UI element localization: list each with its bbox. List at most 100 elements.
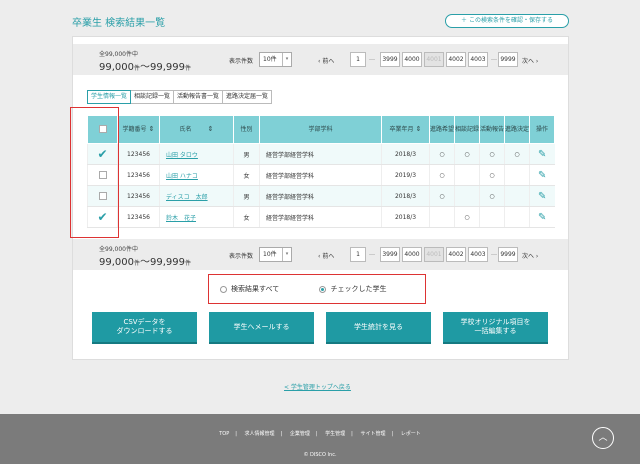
csv-download-button[interactable]: CSVデータを ダウンロードする bbox=[92, 312, 197, 344]
mark: ○ bbox=[479, 185, 505, 207]
col-gender: 性別 bbox=[233, 115, 260, 144]
divider: | bbox=[280, 431, 283, 437]
graduation: 2018/3 bbox=[381, 185, 430, 207]
edit-pencil-icon[interactable]: ✎ bbox=[538, 170, 546, 181]
bulk-edit-button[interactable]: 学校オリジナル項目を 一括編集する bbox=[443, 312, 548, 344]
total-count: 全99,000件中 bbox=[99, 51, 138, 58]
mark bbox=[454, 164, 480, 186]
page-3999[interactable]: 3999 bbox=[380, 247, 400, 262]
page-4003[interactable]: 4003 bbox=[468, 247, 488, 262]
radio-all-results[interactable]: 検索結果すべて bbox=[220, 285, 279, 293]
footer-link-students[interactable]: 学生管理 bbox=[325, 431, 345, 437]
student-name-link[interactable]: 鈴木 花子 bbox=[166, 215, 196, 222]
footer-link-top[interactable]: TOP bbox=[219, 431, 229, 437]
send-mail-button[interactable]: 学生へメールする bbox=[209, 312, 314, 344]
graduation: 2018/3 bbox=[381, 143, 430, 165]
sort-icon[interactable]: ⇕ bbox=[208, 125, 214, 133]
student-stats-button[interactable]: 学生統計を見る bbox=[326, 312, 431, 344]
col-consultation: 相談記録 bbox=[454, 115, 480, 144]
chevron-down-icon: ▾ bbox=[282, 248, 291, 261]
page-4002[interactable]: 4002 bbox=[446, 52, 466, 67]
edit-pencil-icon[interactable]: ✎ bbox=[538, 149, 546, 160]
page-4003[interactable]: 4003 bbox=[468, 52, 488, 67]
page-4000[interactable]: 4000 bbox=[402, 247, 422, 262]
scope-radio-group: 検索結果すべて チェックした学生 bbox=[220, 284, 386, 294]
mark: ○ bbox=[454, 143, 480, 165]
col-department: 学部学科 bbox=[259, 115, 382, 144]
graduation: 2019/3 bbox=[381, 164, 430, 186]
gender: 女 bbox=[233, 206, 260, 228]
ellipsis: … bbox=[491, 250, 497, 257]
back-to-top-chevron-up-icon[interactable]: ︿ bbox=[592, 427, 614, 449]
page-1[interactable]: 1 bbox=[350, 52, 366, 67]
mark: ○ bbox=[479, 164, 505, 186]
page-4001-current: 4001 bbox=[424, 52, 444, 67]
page-9999[interactable]: 9999 bbox=[498, 247, 518, 262]
mark bbox=[504, 164, 530, 186]
result-range: 99,000件～99,999件 bbox=[99, 62, 192, 73]
mark bbox=[504, 185, 530, 207]
edit-pencil-icon[interactable]: ✎ bbox=[538, 212, 546, 223]
footer-link-jobs[interactable]: 求人情報管理 bbox=[245, 431, 275, 437]
divider: | bbox=[315, 431, 318, 437]
result-range: 99,000件～99,999件 bbox=[99, 257, 192, 268]
radio-checked-students[interactable]: チェックした学生 bbox=[319, 285, 386, 293]
student-id: 123456 bbox=[117, 206, 160, 228]
col-graduation[interactable]: 卒業年月 ⇕ bbox=[381, 115, 430, 144]
next-page-link[interactable]: 次へ › bbox=[522, 56, 538, 65]
page-3999[interactable]: 3999 bbox=[380, 52, 400, 67]
student-name-link[interactable]: ディスコ 太郎 bbox=[166, 194, 208, 201]
table-row: ✔ 123456 鈴木 花子 女 経営学部経営学科 2018/3 ○ ✎ bbox=[87, 206, 555, 228]
sort-icon[interactable]: ⇕ bbox=[416, 125, 422, 133]
ellipsis: … bbox=[369, 250, 375, 257]
gender: 男 bbox=[233, 143, 260, 165]
radio-icon[interactable] bbox=[220, 285, 227, 293]
gender: 女 bbox=[233, 164, 260, 186]
page-4002[interactable]: 4002 bbox=[446, 247, 466, 262]
tab-career-decisions[interactable]: 進路決定届一覧 bbox=[222, 90, 273, 104]
student-id: 123456 bbox=[117, 164, 160, 186]
mark bbox=[454, 185, 480, 207]
save-search-condition-button[interactable]: ＋ この検索条件を確認・保存する bbox=[445, 14, 569, 28]
page-9999[interactable]: 9999 bbox=[498, 52, 518, 67]
page-4000[interactable]: 4000 bbox=[402, 52, 422, 67]
divider: | bbox=[391, 431, 394, 437]
footer-link-site[interactable]: サイト管理 bbox=[360, 431, 385, 437]
back-to-student-top-link[interactable]: < 学生管理トップへ戻る bbox=[284, 382, 351, 391]
page-1[interactable]: 1 bbox=[350, 247, 366, 262]
footer: TOP | 求人情報管理 | 企業管理 | 学生管理 | サイト管理 | レポート © D… bbox=[0, 414, 640, 464]
student-name-link[interactable]: 山田 ハナコ bbox=[166, 173, 198, 180]
tab-activity-reports[interactable]: 活動報告書一覧 bbox=[173, 90, 224, 104]
per-page-select[interactable]: 10件 ▾ bbox=[259, 52, 292, 67]
footer-link-report[interactable]: レポート bbox=[401, 431, 421, 437]
graduation: 2018/3 bbox=[381, 206, 430, 228]
prev-page-link[interactable]: ‹ 前へ bbox=[318, 56, 334, 65]
divider: | bbox=[235, 431, 237, 437]
ellipsis: … bbox=[369, 55, 375, 62]
student-id: 123456 bbox=[117, 143, 160, 165]
mark bbox=[429, 206, 455, 228]
tab-student-info[interactable]: 学生情報一覧 bbox=[87, 90, 132, 104]
next-page-link[interactable]: 次へ › bbox=[522, 251, 538, 260]
mark: ○ bbox=[454, 206, 480, 228]
col-activity: 活動報告 bbox=[479, 115, 505, 144]
prev-page-link[interactable]: ‹ 前へ bbox=[318, 251, 334, 260]
col-name[interactable]: 氏名 ⇕ bbox=[159, 115, 234, 144]
edit-pencil-icon[interactable]: ✎ bbox=[538, 191, 546, 202]
footer-link-companies[interactable]: 企業管理 bbox=[290, 431, 310, 437]
col-career-decision: 進路決定 bbox=[504, 115, 530, 144]
ellipsis: … bbox=[491, 55, 497, 62]
student-name-link[interactable]: 山田 タロウ bbox=[166, 152, 198, 159]
tab-consultation-records[interactable]: 相談記録一覧 bbox=[130, 90, 175, 104]
mark: ○ bbox=[429, 185, 455, 207]
student-id: 123456 bbox=[117, 185, 160, 207]
table-row: 123456 山田 ハナコ 女 経営学部経営学科 2019/3 ○ ○ ✎ bbox=[87, 164, 555, 186]
department: 経営学部経営学科 bbox=[259, 143, 382, 165]
radio-selected-icon[interactable] bbox=[319, 285, 327, 293]
sort-icon[interactable]: ⇕ bbox=[149, 125, 155, 133]
per-page-select[interactable]: 10件 ▾ bbox=[259, 247, 292, 262]
divider: | bbox=[351, 431, 353, 437]
view-tabs: 学生情報一覧 相談記録一覧 活動報告書一覧 進路決定届一覧 bbox=[87, 90, 273, 104]
table-row: ✔ 123456 山田 タロウ 男 経営学部経営学科 2018/3 ○ ○ ○ … bbox=[87, 143, 555, 165]
col-student-id[interactable]: 学籍番号 ⇕ bbox=[117, 115, 160, 144]
